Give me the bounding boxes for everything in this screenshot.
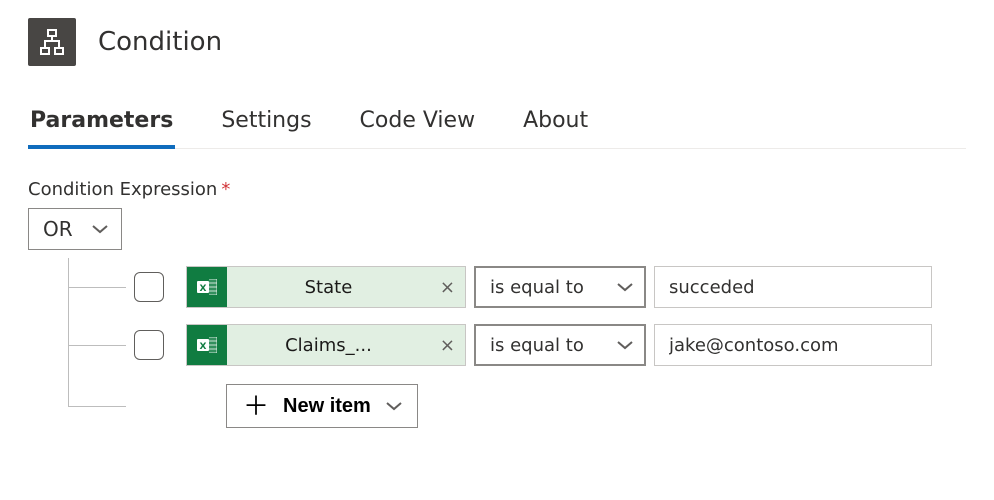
tab-bar: Parameters Settings Code View About — [28, 108, 966, 149]
condition-icon — [28, 18, 76, 66]
operator-value: is equal to — [490, 335, 584, 356]
card-header: Condition — [28, 18, 966, 66]
condition-row: X Claims_... × is equal to — [28, 324, 966, 366]
svg-text:X: X — [200, 342, 207, 352]
dynamic-token: X Claims_... × — [187, 325, 465, 365]
tree-connector — [28, 266, 126, 308]
plus-icon: ＋ — [243, 393, 269, 419]
left-operand-field[interactable]: X Claims_... × — [186, 324, 466, 366]
row-checkbox[interactable] — [134, 330, 164, 360]
required-indicator: * — [221, 179, 230, 200]
token-remove-icon[interactable]: × — [430, 335, 465, 356]
left-operand-field[interactable]: X State × — [186, 266, 466, 308]
logic-operator-value: OR — [43, 217, 73, 241]
tab-about[interactable]: About — [521, 108, 590, 148]
operator-value: is equal to — [490, 277, 584, 298]
token-label: Claims_... — [227, 335, 430, 356]
chevron-down-icon — [616, 339, 634, 351]
condition-tree: X State × is equal to — [28, 266, 966, 428]
row-checkbox[interactable] — [134, 272, 164, 302]
tab-parameters[interactable]: Parameters — [28, 108, 175, 149]
operator-select[interactable]: is equal to — [474, 324, 646, 366]
operator-select[interactable]: is equal to — [474, 266, 646, 308]
svg-text:X: X — [200, 284, 207, 294]
section-label-text: Condition Expression — [28, 179, 217, 200]
dynamic-token: X State × — [187, 267, 465, 307]
logic-operator-select[interactable]: OR — [28, 208, 122, 250]
section-label: Condition Expression * — [28, 179, 966, 200]
new-item-row: ＋ New item — [28, 384, 966, 428]
token-remove-icon[interactable]: × — [430, 277, 465, 298]
chevron-down-icon — [385, 400, 403, 412]
tab-settings[interactable]: Settings — [219, 108, 313, 148]
value-input[interactable] — [654, 324, 932, 366]
new-item-label: New item — [283, 395, 371, 418]
new-item-button[interactable]: ＋ New item — [226, 384, 418, 428]
chevron-down-icon — [616, 281, 634, 293]
card-title: Condition — [98, 27, 222, 57]
chevron-down-icon — [91, 223, 109, 235]
tree-connector — [28, 324, 126, 366]
excel-icon: X — [187, 325, 227, 365]
tab-code-view[interactable]: Code View — [358, 108, 478, 148]
value-input[interactable] — [654, 266, 932, 308]
excel-icon: X — [187, 267, 227, 307]
condition-row: X State × is equal to — [28, 266, 966, 308]
token-label: State — [227, 277, 430, 298]
tree-connector — [28, 385, 126, 427]
